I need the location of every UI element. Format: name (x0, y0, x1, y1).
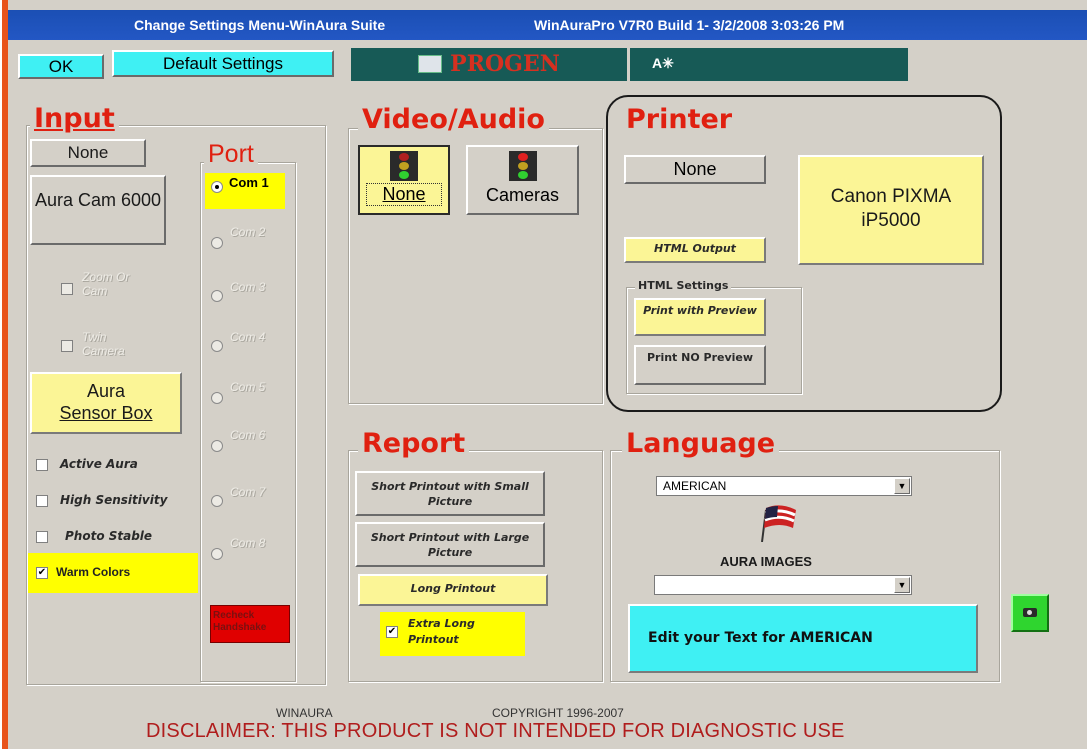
long-printout-button[interactable]: Long Printout (358, 574, 548, 606)
footer-winaura: WINAURA (276, 706, 333, 720)
edit-text-label: Edit your Text for AMERICAN (648, 630, 873, 646)
printer-none-label: None (673, 159, 717, 179)
aura-images-select[interactable]: ▼ (654, 575, 912, 595)
photo-stable-checkbox[interactable] (36, 531, 48, 543)
progen-text: PROGEN (450, 51, 560, 77)
video-audio-header: Video/Audio (358, 104, 549, 135)
printer-header: Printer (622, 104, 737, 135)
aura-images-label: AURA IMAGES (720, 554, 812, 569)
secondary-logo-text: A✳ (652, 55, 674, 71)
port-com4-radio (211, 340, 223, 352)
warm-colors-option[interactable]: ✔ Warm Colors (28, 553, 198, 593)
printer-selected-label: Canon PIXMA iP5000 (830, 186, 952, 231)
extra-long-checkbox[interactable]: ✔ (386, 626, 398, 638)
printer-none-button[interactable]: None (624, 155, 766, 184)
active-aura-checkbox[interactable] (36, 459, 48, 471)
extra-long-option[interactable]: ✔ Extra Long Printout (380, 612, 525, 656)
camera-button[interactable] (1011, 594, 1049, 632)
input-none-button[interactable]: None (30, 139, 146, 167)
default-settings-label: Default Settings (162, 54, 283, 73)
language-select-value: AMERICAN (663, 479, 727, 493)
chevron-down-icon[interactable]: ▼ (894, 577, 910, 593)
port-com1-label: Com 1 (229, 175, 269, 190)
port-com2-radio (211, 237, 223, 249)
port-com1[interactable]: Com 1 (205, 173, 285, 209)
short-large-button[interactable]: Short Printout with Large Picture (355, 522, 545, 567)
edit-text-button[interactable]: Edit your Text for AMERICAN (628, 604, 978, 673)
disabled-option-2: Twin Camera (82, 330, 125, 358)
version-label: WinAuraPro V7R0 Build 1- 3/2/2008 3:03:2… (534, 17, 845, 33)
port-com5-label: Com 5 (230, 380, 266, 394)
input-none-label: None (67, 143, 109, 162)
ok-label: OK (48, 57, 74, 76)
aura-cam-button[interactable]: Aura Cam 6000 (30, 175, 166, 245)
extra-long-label: Extra Long Printout (408, 617, 475, 646)
cameras-label: Cameras (485, 185, 560, 205)
video-none-button[interactable]: None (358, 145, 450, 215)
report-header: Report (358, 428, 470, 459)
photo-stable-label: Photo Stable (65, 529, 153, 543)
recheck-handshake-button[interactable]: Recheck Handshake (210, 605, 290, 643)
html-settings-label: HTML Settings (635, 279, 732, 292)
camera-icon (1023, 608, 1037, 617)
input-header: Input (30, 103, 119, 134)
port-com6-label: Com 6 (230, 428, 266, 442)
port-com1-radio[interactable] (211, 181, 223, 193)
us-flag-icon (760, 500, 800, 543)
disabled-checkbox-2 (61, 340, 73, 352)
short-large-label: Short Printout with Large Picture (370, 531, 530, 559)
html-output-button[interactable]: HTML Output (624, 237, 766, 263)
footer-disclaimer: DISCLAIMER: THIS PRODUCT IS NOT INTENDED… (146, 720, 845, 742)
progen-logo: PROGEN (351, 48, 627, 81)
language-select[interactable]: AMERICAN ▼ (656, 476, 912, 496)
language-header: Language (622, 428, 780, 459)
long-printout-label: Long Printout (410, 582, 496, 595)
active-aura-label: Active Aura (60, 457, 138, 471)
ok-button[interactable]: OK (18, 54, 104, 79)
sensor-box-button[interactable]: Aura Sensor Box (30, 372, 182, 434)
port-header: Port (204, 140, 258, 169)
port-com3-label: Com 3 (230, 280, 266, 294)
port-com7-radio (211, 495, 223, 507)
short-small-button[interactable]: Short Printout with Small Picture (355, 471, 545, 516)
settings-window: Change Settings Menu-WinAura Suite WinAu… (2, 0, 1087, 749)
print-with-preview-button[interactable]: Print with Preview (634, 298, 766, 336)
monitor-icon (418, 55, 443, 73)
port-com3-radio (211, 290, 223, 302)
print-no-preview-label: Print NO Preview (646, 351, 754, 364)
title-bar: Change Settings Menu-WinAura Suite WinAu… (8, 10, 1087, 40)
port-com5-radio (211, 392, 223, 404)
chevron-down-icon[interactable]: ▼ (894, 478, 910, 494)
window-title: Change Settings Menu-WinAura Suite (134, 17, 386, 33)
printer-selected-button[interactable]: Canon PIXMA iP5000 (798, 155, 984, 265)
sensor-box-line1: Aura (86, 381, 126, 401)
secondary-logo: A✳ (630, 48, 908, 81)
port-com8-radio (211, 548, 223, 560)
port-com7-label: Com 7 (230, 485, 266, 499)
high-sensitivity-label: High Sensitivity (60, 493, 168, 507)
warm-colors-checkbox[interactable]: ✔ (36, 567, 48, 579)
html-output-label: HTML Output (654, 242, 736, 255)
port-com4-label: Com 4 (230, 330, 266, 344)
print-with-preview-label: Print with Preview (643, 304, 757, 317)
recheck-handshake-label: Recheck Handshake (213, 610, 267, 633)
port-com6-radio (211, 440, 223, 452)
default-settings-button[interactable]: Default Settings (112, 50, 334, 77)
video-none-label: None (366, 183, 442, 206)
traffic-light-icon-2 (508, 151, 537, 181)
disabled-option-1: Zoom Or Cam (82, 270, 130, 298)
print-no-preview-button[interactable]: Print NO Preview (634, 345, 766, 385)
warm-colors-label: Warm Colors (56, 565, 131, 579)
cameras-button[interactable]: Cameras (466, 145, 579, 215)
aura-cam-label: Aura Cam 6000 (34, 190, 162, 210)
traffic-light-icon (390, 151, 418, 181)
high-sensitivity-checkbox[interactable] (36, 495, 48, 507)
port-com2-label: Com 2 (230, 225, 266, 239)
disabled-checkbox-1 (61, 283, 73, 295)
sensor-box-line2: Sensor Box (59, 403, 153, 423)
short-small-label: Short Printout with Small Picture (371, 480, 529, 508)
footer-copyright: COPYRIGHT 1996-2007 (492, 706, 624, 720)
port-com8-label: Com 8 (230, 536, 266, 550)
